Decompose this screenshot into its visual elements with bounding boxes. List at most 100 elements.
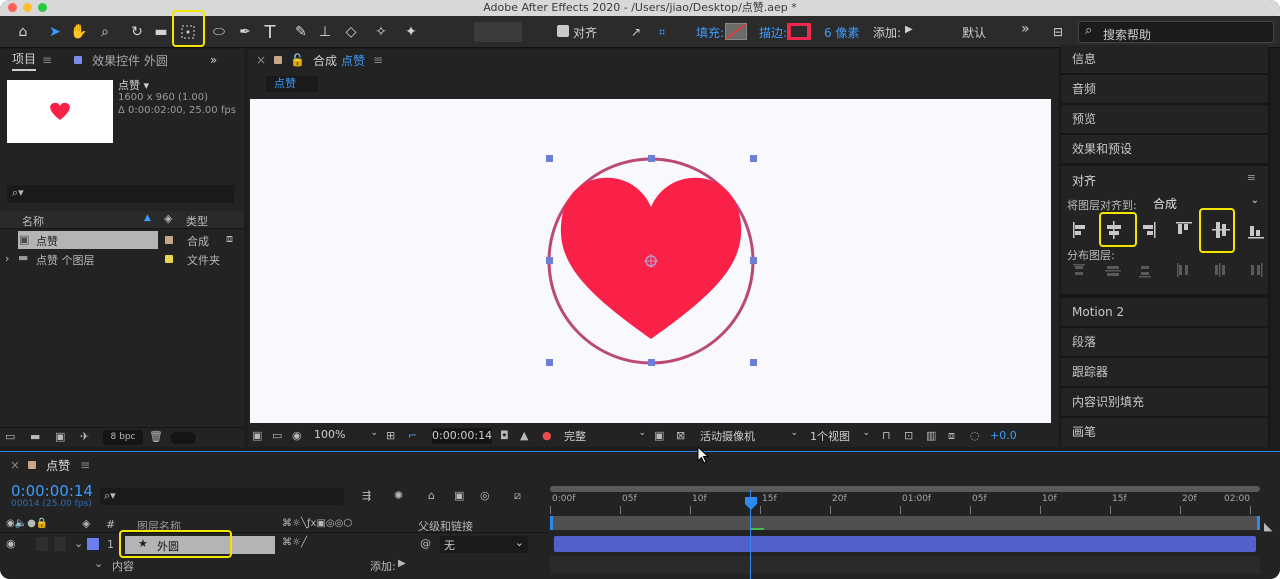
timeline-end-marker-icon[interactable]: ◣ xyxy=(1264,520,1272,533)
comp-viewer[interactable] xyxy=(250,99,1051,423)
column-type[interactable]: 类型 xyxy=(186,213,208,229)
label-tag-icon[interactable]: ◈ xyxy=(164,212,172,225)
transform-handle[interactable] xyxy=(648,359,655,366)
project-item-row[interactable]: › ▬ 点赞 个图层 文件夹 xyxy=(0,250,244,268)
fast-preview-icon[interactable]: ▣ xyxy=(654,429,664,442)
frame-blending-icon[interactable]: ▣ xyxy=(454,489,464,502)
current-time-display[interactable]: 0:00:00:14 xyxy=(432,428,492,444)
bpc-button[interactable]: 8 bpc xyxy=(103,430,143,445)
new-composition-icon[interactable]: ▣ xyxy=(55,430,65,443)
tool-options-group[interactable] xyxy=(474,22,522,42)
toggle-pixel-aspect-icon[interactable]: ⊓ xyxy=(882,429,891,442)
layer-duration-bar[interactable] xyxy=(554,536,1256,552)
close-window-button[interactable] xyxy=(8,3,17,12)
flowchart-icon[interactable]: ⧈ xyxy=(948,429,955,443)
panel-preview[interactable]: 预览 xyxy=(1061,105,1268,134)
grid-toggle-icon[interactable]: ⊞ xyxy=(386,429,395,442)
fill-swatch[interactable] xyxy=(725,23,747,40)
lock-icon[interactable]: 🔓 xyxy=(290,53,305,67)
transform-handle[interactable] xyxy=(750,359,757,366)
color-channels-icon[interactable]: ● xyxy=(542,429,552,442)
zoom-window-button[interactable] xyxy=(38,3,47,12)
transform-handle[interactable] xyxy=(546,257,553,264)
comp-name[interactable]: 点赞 ▾ xyxy=(118,77,149,93)
align-checkbox[interactable] xyxy=(557,25,569,37)
fast-previews-icon[interactable]: ⊡ xyxy=(904,429,913,442)
transform-handle[interactable] xyxy=(750,155,757,162)
ellipse-tool-icon[interactable]: ⬭ xyxy=(208,20,230,44)
transform-handle[interactable] xyxy=(648,155,655,162)
graph-editor-icon[interactable]: ⧄ xyxy=(514,489,521,503)
brush-tool-icon[interactable]: ✎ xyxy=(290,20,312,44)
monitor-icon[interactable]: ▭ xyxy=(272,429,282,442)
collapse-arrow-icon[interactable]: ⌄ xyxy=(74,537,83,550)
parent-pickwhip-icon[interactable]: @ xyxy=(420,537,431,550)
expand-arrow-icon[interactable]: › xyxy=(5,252,9,265)
snapshot-icon[interactable]: ◘ xyxy=(500,429,509,442)
pick-whip-icon[interactable]: ↗ xyxy=(626,20,646,44)
tab-project[interactable]: 项目 xyxy=(12,50,37,71)
timeline-search-input[interactable]: ⌕▾ xyxy=(100,488,344,505)
motion-blur-icon[interactable]: ◎ xyxy=(480,489,490,502)
new-folder-icon[interactable]: ▬ xyxy=(30,430,40,443)
timeline-menu-icon[interactable]: ≡ xyxy=(80,458,90,472)
layer-label-color[interactable] xyxy=(87,538,99,550)
contents-row[interactable]: ⌄ 内容 添加: ▶ xyxy=(0,556,548,574)
panel-paragraph[interactable]: 段落 xyxy=(1061,328,1268,357)
flowchart-icon[interactable]: ⧈ xyxy=(226,232,233,246)
workspace-default[interactable]: 默认 xyxy=(962,24,986,41)
transform-handle[interactable] xyxy=(546,359,553,366)
panel-audio[interactable]: 音频 xyxy=(1061,75,1268,104)
panel-brushes[interactable]: 画笔 xyxy=(1061,418,1268,447)
footer-toggle[interactable] xyxy=(170,432,196,444)
workspace-overflow-icon[interactable]: » xyxy=(1021,21,1030,37)
zoom-dropdown[interactable]: 100% ⌄ xyxy=(314,428,380,444)
always-preview-icon[interactable]: ▣ xyxy=(252,429,262,442)
mask-visibility-icon[interactable]: ◉ xyxy=(292,429,302,442)
close-tab-icon[interactable]: × xyxy=(10,458,20,472)
type-tool-icon[interactable]: T xyxy=(259,20,281,44)
transform-handle[interactable] xyxy=(750,257,757,264)
camera-tool-icon[interactable]: ▬ xyxy=(150,20,172,44)
panel-info[interactable]: 信息 xyxy=(1061,45,1268,74)
sort-ascending-icon[interactable]: ▲ xyxy=(144,213,151,223)
time-ruler[interactable]: 0:00f 05f 10f 15f 20f 01:00f 05f 10f 15f 20f 02:00 xyxy=(550,494,1260,514)
lock-toggle[interactable] xyxy=(54,537,66,551)
timeline-current-time[interactable]: 0:00:00:14 xyxy=(11,482,93,500)
stroke-width-value[interactable]: 6 像素 xyxy=(824,24,859,41)
column-parent[interactable]: 父级和链接 xyxy=(418,518,473,534)
shy-layers-icon[interactable]: ⌂ xyxy=(428,489,435,502)
visibility-eye-icon[interactable]: ◉ xyxy=(6,537,16,550)
adjust-settings-icon[interactable]: ✈ xyxy=(80,430,89,443)
playhead-icon[interactable] xyxy=(744,496,758,512)
sync-settings-icon[interactable]: ⊟ xyxy=(1046,20,1070,44)
column-name[interactable]: 名称 xyxy=(22,213,44,229)
camera-dropdown[interactable]: 活动摄像机 ⌄ xyxy=(700,428,800,444)
show-snapshot-icon[interactable]: ▲ xyxy=(520,429,528,442)
draft-3d-icon[interactable]: ✺ xyxy=(394,489,403,502)
tab-effect-controls[interactable]: 效果控件 外圆 xyxy=(92,52,168,69)
close-tab-icon[interactable]: × xyxy=(256,53,266,67)
comp-flow-tab[interactable]: 点赞 xyxy=(266,76,318,92)
add-menu-icon[interactable]: ▶ xyxy=(905,24,913,35)
comp-tab-name[interactable]: 点赞 xyxy=(341,52,365,69)
panel-effects-presets[interactable]: 效果和预设 xyxy=(1061,135,1268,164)
trash-icon[interactable]: 🗑 xyxy=(149,430,163,443)
comp-mini-flowchart-icon[interactable]: ⇶ xyxy=(362,489,371,502)
home-icon[interactable]: ⌂ xyxy=(12,20,34,44)
pen-tool-icon[interactable]: ✒ xyxy=(234,20,256,44)
project-search-input[interactable]: ⌕▾ xyxy=(7,185,234,203)
comp-tab-prefix[interactable]: 合成 xyxy=(313,52,337,69)
transform-handle[interactable] xyxy=(546,155,553,162)
rotate-tool-icon[interactable]: ↻ xyxy=(126,20,148,44)
resolution-dropdown[interactable]: 完整 ⌄ xyxy=(564,428,648,444)
solo-toggle[interactable] xyxy=(36,537,48,551)
interpret-footage-icon[interactable]: ▭ xyxy=(5,430,15,443)
expand-arrow-icon[interactable]: ⌄ xyxy=(94,557,103,570)
parent-dropdown[interactable]: 无 ⌄ xyxy=(440,536,528,553)
hand-tool-icon[interactable]: ✋ xyxy=(68,20,90,44)
timeline-tab-name[interactable]: 点赞 xyxy=(46,457,70,474)
project-item-row[interactable]: ▣ 点赞 合成 ⧈ xyxy=(0,231,244,249)
puppet-pin-tool-icon[interactable]: ✦ xyxy=(400,20,422,44)
layer-row[interactable]: ◉ ⌄ 1 ★ 外圆 ⌘☼╱ @ 无 ⌄ xyxy=(0,535,548,555)
